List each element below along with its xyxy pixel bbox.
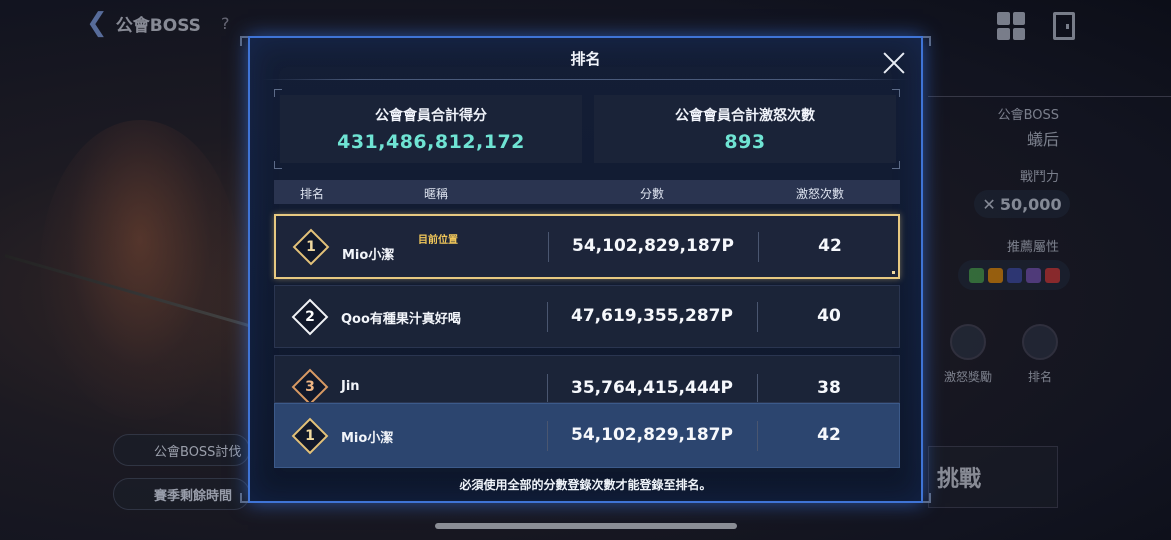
close-icon[interactable] (883, 52, 905, 74)
rank-number: 1 (306, 238, 316, 255)
table-row[interactable]: 3 Jin 35,764,415,444P 38 (274, 355, 900, 403)
attribute-icon (1025, 267, 1041, 283)
attribute-icon (968, 267, 984, 283)
total-score-label: 公會會員合計得分 (375, 108, 487, 124)
season-time-pill: 賽季剩餘時間 (113, 478, 250, 510)
player-rage-count: 42 (818, 235, 842, 256)
player-score: 47,619,355,287P (571, 305, 733, 326)
player-rage-count: 38 (817, 378, 841, 398)
podium-icon (1022, 324, 1058, 360)
header-rage: 激怒次數 (796, 187, 845, 201)
power-value-pill: ✕ 50,000 (974, 190, 1070, 218)
season-time-label: 賽季剩餘時間 (154, 488, 233, 504)
rank-number: 1 (305, 427, 315, 444)
player-rage-count: 40 (817, 305, 841, 326)
top-bar: ❮ 公會BOSS ? (86, 8, 229, 38)
player-score: 54,102,829,187P (571, 424, 733, 445)
attribute-icon (1006, 267, 1022, 283)
total-rage-value: 893 (724, 131, 766, 153)
player-name: Mio小潔 (341, 430, 394, 446)
boss-name: 蟻后 (1026, 130, 1059, 149)
table-row[interactable]: 1 目前位置 Mio小潔 54,102,829,187P 42 (274, 214, 900, 279)
rank-number: 3 (305, 379, 315, 395)
total-score-value: 431,486,812,172 (337, 131, 525, 153)
player-name: Mio小潔 (342, 247, 395, 263)
back-arrow-icon[interactable]: ❮ (86, 8, 108, 38)
player-rage-count: 42 (817, 424, 841, 445)
ranking-modal: 排名 公會會員合計得分 431,486,812,172 公會會員合計激怒次數 8… (248, 36, 923, 503)
player-name: Qoo有種果汁真好喝 (341, 311, 461, 327)
character-artwork (40, 120, 240, 420)
home-indicator[interactable] (435, 523, 737, 529)
attribute-icon (987, 267, 1003, 283)
power-label: 戰鬥力 (1019, 170, 1059, 185)
boss-hunt-pill[interactable]: 公會BOSS討伐 (113, 434, 250, 466)
current-position-tag: 目前位置 (418, 235, 458, 246)
boss-hunt-label: 公會BOSS討伐 (154, 444, 242, 460)
rage-reward-button[interactable]: 激怒獎勵 (938, 324, 998, 385)
ranking-button[interactable]: 排名 (1010, 324, 1070, 385)
exit-door-icon[interactable] (1053, 12, 1075, 40)
total-score-box: 公會會員合計得分 431,486,812,172 (280, 95, 582, 163)
menu-grid-icon[interactable] (997, 12, 1025, 40)
boss-label: 公會BOSS (997, 108, 1059, 123)
challenge-label: 挑戰 (937, 467, 982, 492)
rank-number: 2 (305, 308, 315, 325)
boss-info-panel: 公會BOSS 蟻后 戰鬥力 ✕ 50,000 推薦屬性 激怒獎勵 排名 挑戰 (928, 96, 1171, 516)
challenge-button[interactable]: 挑戰 (928, 446, 1058, 508)
total-rage-box: 公會會員合計激怒次數 893 (594, 95, 896, 163)
divider (928, 96, 1171, 97)
attribute-label: 推薦屬性 (1006, 240, 1059, 255)
modal-title: 排名 (570, 50, 601, 68)
header-name: 暱稱 (424, 187, 449, 201)
attribute-icons (958, 260, 1070, 290)
player-name: Jin (341, 379, 360, 394)
power-value: 50,000 (999, 194, 1062, 214)
header-score: 分數 (640, 187, 665, 201)
sword-icon: ✕ (982, 194, 996, 214)
attribute-icon (1044, 267, 1060, 283)
header-rank: 排名 (300, 187, 325, 201)
table-row[interactable]: 2 Qoo有種果汁真好喝 47,619,355,287P 40 (274, 285, 900, 348)
ranking-label: 排名 (1027, 370, 1052, 384)
ranking-note: 必須使用全部的分數登錄次數才能登錄至排名。 (459, 478, 712, 492)
gift-icon (950, 324, 986, 360)
top-right-icons (997, 12, 1075, 40)
player-score: 54,102,829,187P (572, 235, 734, 256)
screen-title: 公會BOSS (115, 15, 201, 36)
title-divider (262, 79, 909, 80)
table-header: 排名 暱稱 分數 激怒次數 (274, 180, 900, 204)
rage-reward-label: 激怒獎勵 (943, 370, 992, 384)
player-score: 35,764,415,444P (571, 378, 733, 398)
highlight-corner (892, 271, 895, 274)
help-icon[interactable]: ? (221, 14, 230, 33)
my-rank-row[interactable]: 1 Mio小潔 54,102,829,187P 42 (274, 403, 900, 468)
total-rage-label: 公會會員合計激怒次數 (675, 108, 815, 124)
